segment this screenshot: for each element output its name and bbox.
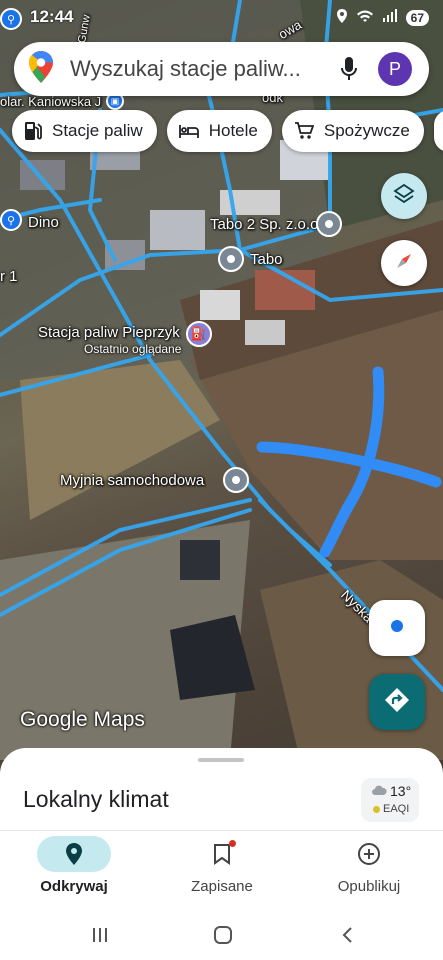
notification-dot: [229, 840, 236, 847]
nav-explore[interactable]: Odkrywaj: [0, 831, 148, 911]
nav-publish[interactable]: Opublikuj: [295, 831, 443, 911]
back-icon: [342, 927, 352, 943]
map-label-tabo[interactable]: Tabo: [250, 251, 283, 268]
recent-apps-button[interactable]: [80, 922, 120, 948]
google-maps-attribution: Google Maps: [20, 708, 145, 731]
chip-fuel-stations[interactable]: Stacje paliw: [12, 110, 157, 152]
map-label-stacja-paliw[interactable]: Stacja paliw Pieprzyk: [38, 324, 180, 341]
signal-icon: [382, 8, 398, 28]
air-quality-dot-icon: [373, 805, 380, 813]
google-maps-logo-icon: [28, 50, 58, 89]
layers-button[interactable]: [381, 173, 427, 219]
chip-label: Hotele: [208, 121, 258, 140]
cart-icon: [294, 122, 314, 140]
sheet-title: Lokalny klimat: [23, 786, 169, 812]
dino-pin-icon[interactable]: ⚲: [0, 209, 22, 231]
layers-icon: [393, 183, 415, 210]
microphone-icon[interactable]: [334, 54, 364, 84]
my-location-icon: [389, 618, 405, 639]
nav-saved[interactable]: Zapisane: [148, 831, 296, 911]
explore-pin-icon: [37, 836, 111, 872]
status-time: 12:44: [30, 7, 74, 26]
nav-label: Opublikuj: [337, 878, 401, 895]
bed-icon: [178, 123, 199, 139]
chip-hotels[interactable]: Hotele: [166, 110, 272, 152]
map-label-dino[interactable]: Dino: [28, 214, 59, 231]
my-location-button[interactable]: [369, 600, 425, 656]
home-icon: [214, 926, 232, 944]
chip-groceries[interactable]: Spożywcze: [281, 110, 424, 152]
compass-icon: [393, 250, 415, 277]
recent-apps-icon: [93, 928, 107, 942]
map-label-r1: r 1: [0, 268, 18, 285]
fuel-icon: [24, 121, 42, 141]
chip-label: Stacje paliw: [52, 121, 143, 140]
chip-label: Spożywcze: [323, 121, 410, 140]
map-sublabel-recent: Ostatnio oglądane: [84, 342, 182, 356]
search-input[interactable]: [70, 56, 330, 82]
weather-temp: 13°: [371, 783, 411, 799]
system-navigation-bar: [0, 910, 443, 960]
home-button[interactable]: [203, 922, 243, 948]
map-label-tabo2[interactable]: Tabo 2 Sp. z.o.o: [210, 216, 318, 233]
compass-button[interactable]: [381, 240, 427, 286]
wifi-icon: [356, 8, 374, 28]
directions-icon: [383, 686, 411, 719]
bottom-navigation: Odkrywaj Zapisane Opublikuj: [0, 830, 443, 910]
status-bar: 12:44 67: [0, 0, 443, 36]
place-pin-icon[interactable]: [218, 246, 244, 272]
category-chips: Stacje paliw Hotele Spożywcze: [12, 110, 443, 152]
fuel-pin-icon[interactable]: ⛽: [186, 321, 212, 347]
sheet-drag-handle[interactable]: [198, 758, 244, 762]
map-label-myjnia[interactable]: Myjnia samochodowa: [60, 472, 204, 489]
place-pin-icon[interactable]: [316, 211, 342, 237]
search-bar[interactable]: P: [14, 42, 429, 96]
directions-button[interactable]: [369, 674, 425, 730]
chip-more[interactable]: [433, 110, 443, 152]
air-quality-label: EAQI: [383, 803, 410, 815]
map-label-kaniowska: olar. Kaniowska J: [0, 94, 102, 109]
back-button[interactable]: [327, 922, 367, 948]
battery-indicator: 67: [405, 10, 429, 26]
location-status-icon: [336, 8, 348, 28]
nav-label: Odkrywaj: [40, 878, 108, 895]
profile-avatar[interactable]: P: [378, 52, 412, 86]
nav-label: Zapisane: [191, 878, 253, 895]
cloud-icon: [371, 783, 387, 799]
temperature-value: 13°: [390, 783, 412, 799]
air-quality: EAQI: [373, 803, 409, 815]
bookmark-icon: [185, 836, 259, 872]
place-pin-icon[interactable]: [223, 467, 249, 493]
add-circle-icon: [332, 836, 406, 872]
weather-badge[interactable]: 13° EAQI: [361, 778, 419, 822]
